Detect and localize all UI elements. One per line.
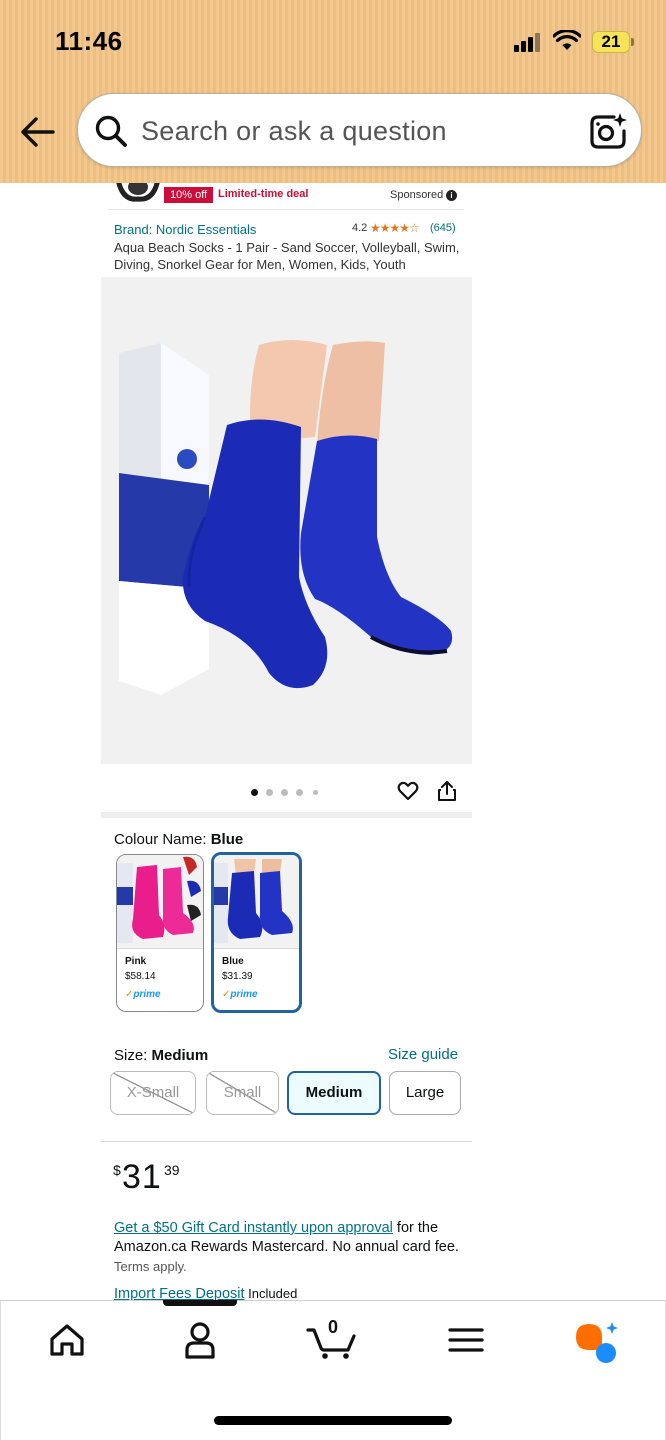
size-label-prefix: Size: — [114, 1047, 152, 1064]
pagination-dot[interactable] — [313, 790, 318, 795]
prime-badge: ✓prime — [125, 989, 161, 1000]
price-currency: $ — [113, 1162, 121, 1178]
pagination-dot[interactable] — [266, 789, 273, 796]
brand-link[interactable]: Brand: Nordic Essentials — [114, 222, 256, 237]
camera-search-icon[interactable] — [588, 111, 628, 151]
size-guide-link[interactable]: Size guide — [388, 1046, 458, 1063]
size-option-large[interactable]: Large — [389, 1071, 461, 1115]
colour-name-label: Colour Name: Blue — [114, 831, 243, 848]
menu-icon[interactable] — [446, 1320, 486, 1360]
active-tab-indicator — [163, 1300, 237, 1306]
rating-count-link[interactable]: (645) — [430, 222, 456, 234]
home-icon[interactable] — [47, 1320, 87, 1360]
import-fees-status: Included — [244, 1286, 298, 1301]
price-whole: 31 — [122, 1158, 162, 1196]
colour-option-pink[interactable]: Pink $58.14 ✓prime — [116, 854, 204, 1012]
credit-card-promo: Get a $50 Gift Card instantly upon appro… — [114, 1219, 464, 1277]
back-arrow-icon[interactable] — [20, 115, 56, 149]
prime-label: prime — [230, 989, 258, 1000]
prime-label: prime — [133, 989, 161, 1000]
search-icon — [95, 115, 127, 147]
sponsored-label: Sponsored — [390, 189, 444, 201]
cellular-signal-icon — [514, 32, 544, 52]
rufus-assistant-icon[interactable] — [574, 1320, 620, 1364]
section-divider — [101, 1141, 472, 1142]
colour-option-blue[interactable]: Blue $31.39 ✓prime — [211, 852, 302, 1013]
cart-count-badge: 0 — [328, 1317, 339, 1337]
pagination-dot[interactable] — [296, 789, 303, 796]
deal-label: Limited-time deal — [218, 188, 309, 200]
size-option-x-small[interactable]: X-Small — [110, 1071, 196, 1115]
account-icon[interactable] — [180, 1320, 220, 1360]
rating-value: 4.2 — [352, 222, 368, 234]
share-icon[interactable] — [437, 780, 457, 802]
info-icon[interactable]: i — [446, 190, 457, 201]
star-rating-icon[interactable]: ★★★★☆ — [370, 221, 420, 235]
wishlist-heart-icon[interactable] — [397, 780, 419, 802]
snorkel-mask-icon — [116, 183, 160, 202]
search-bar[interactable]: Search or ask a question — [77, 93, 642, 167]
status-time: 11:46 — [55, 26, 123, 56]
swatch-price: $58.14 — [125, 971, 156, 982]
size-label: Size: Medium — [114, 1047, 208, 1064]
wifi-icon — [553, 30, 581, 50]
gift-card-offer-link[interactable]: Get a $50 Gift Card instantly upon appro… — [114, 1220, 393, 1236]
section-divider — [101, 812, 472, 818]
promo-terms: Terms apply. — [114, 1259, 187, 1274]
prime-badge: ✓prime — [222, 989, 258, 1000]
product-photo — [119, 340, 453, 695]
discount-badge: 10% off — [164, 187, 214, 203]
app-header: 11:46 21 Search or ask a question — [0, 0, 666, 183]
size-option-medium[interactable]: Medium — [287, 1071, 381, 1115]
swatch-image — [117, 855, 203, 949]
sponsored-ad-banner[interactable]: 10% off Limited-time deal Sponsored i — [108, 183, 464, 210]
selected-size: Medium — [151, 1047, 209, 1064]
size-option-small[interactable]: Small — [206, 1071, 279, 1115]
price-fraction: 39 — [164, 1162, 180, 1178]
swatch-image — [214, 855, 299, 949]
selected-colour: Blue — [210, 831, 244, 848]
swatch-price: $31.39 — [222, 971, 253, 982]
battery-indicator: 21 — [592, 31, 630, 53]
home-indicator — [214, 1416, 452, 1425]
product-image[interactable] — [101, 277, 472, 764]
product-title: Aqua Beach Socks - 1 Pair - Sand Soccer,… — [114, 240, 460, 272]
swatch-name: Blue — [222, 956, 244, 967]
pagination-dot[interactable] — [251, 789, 258, 796]
swatch-name: Pink — [125, 956, 147, 967]
pagination-dot[interactable] — [281, 789, 288, 796]
battery-tip — [631, 38, 634, 46]
colour-label-prefix: Colour Name: — [114, 831, 211, 848]
search-input[interactable]: Search or ask a question — [141, 116, 447, 147]
